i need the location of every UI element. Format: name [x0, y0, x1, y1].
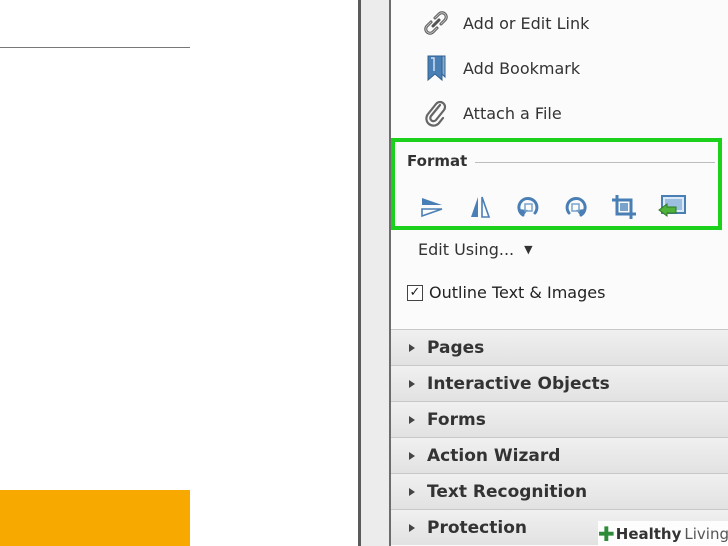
- document-orange-block: [0, 490, 190, 546]
- panel-splitter[interactable]: [358, 0, 390, 546]
- edit-using-dropdown[interactable]: Edit Using... ▼: [418, 240, 533, 259]
- section-text-recognition[interactable]: Text Recognition: [391, 473, 728, 509]
- replace-image-icon[interactable]: [655, 190, 689, 224]
- watermark-word-2: Living: [684, 524, 728, 543]
- section-label: Forms: [427, 409, 486, 430]
- tools-panel: Add or Edit Link Add Bookmark Attach a F…: [391, 0, 728, 546]
- section-forms[interactable]: Forms: [391, 401, 728, 437]
- format-section: Format: [391, 138, 722, 230]
- attach-file-tool[interactable]: Attach a File: [421, 95, 562, 131]
- outline-label: Outline Text & Images: [429, 283, 606, 302]
- document-rule-line: [0, 47, 190, 48]
- add-bookmark-label: Add Bookmark: [463, 58, 581, 78]
- outline-option: ✓ Outline Text & Images: [407, 283, 605, 302]
- link-icon: [421, 8, 451, 38]
- expand-arrow-icon: [409, 379, 415, 388]
- section-label: Pages: [427, 337, 485, 358]
- section-action-wizard[interactable]: Action Wizard: [391, 437, 728, 473]
- section-interactive-objects[interactable]: Interactive Objects: [391, 365, 728, 401]
- edit-using-label: Edit Using...: [418, 240, 515, 259]
- add-edit-link-tool[interactable]: Add or Edit Link: [421, 5, 589, 41]
- rotate-counterclockwise-icon[interactable]: [511, 190, 545, 224]
- chevron-down-icon: ▼: [524, 243, 533, 256]
- format-toolbar: [415, 190, 689, 224]
- splitter-line: [358, 0, 361, 546]
- section-label: Protection: [427, 517, 527, 538]
- bookmark-icon: [421, 53, 451, 83]
- watermark-word-1: Healthy: [615, 524, 682, 543]
- format-title: Format: [407, 152, 468, 170]
- add-bookmark-tool[interactable]: Add Bookmark: [421, 50, 580, 86]
- panel-sections: Pages Interactive Objects Forms Action W…: [391, 329, 728, 545]
- paperclip-icon: [421, 98, 451, 128]
- section-label: Action Wizard: [427, 445, 561, 466]
- crop-icon[interactable]: [607, 190, 641, 224]
- rotate-clockwise-icon[interactable]: [559, 190, 593, 224]
- healthy-living-watermark: ✚ Healthy Living: [598, 521, 728, 546]
- section-pages[interactable]: Pages: [391, 329, 728, 365]
- expand-arrow-icon: [409, 523, 415, 532]
- section-label: Text Recognition: [427, 481, 588, 502]
- expand-arrow-icon: [409, 343, 415, 352]
- expand-arrow-icon: [409, 415, 415, 424]
- outline-checkbox[interactable]: ✓: [407, 284, 423, 301]
- document-area: [0, 0, 358, 546]
- format-divider: [475, 162, 715, 163]
- expand-arrow-icon: [409, 451, 415, 460]
- attach-file-label: Attach a File: [463, 103, 562, 123]
- flip-horizontal-icon[interactable]: [463, 190, 497, 224]
- add-edit-link-label: Add or Edit Link: [463, 13, 590, 33]
- plus-logo-icon: ✚: [598, 521, 615, 546]
- expand-arrow-icon: [409, 487, 415, 496]
- flip-vertical-icon[interactable]: [415, 190, 449, 224]
- section-label: Interactive Objects: [427, 373, 610, 394]
